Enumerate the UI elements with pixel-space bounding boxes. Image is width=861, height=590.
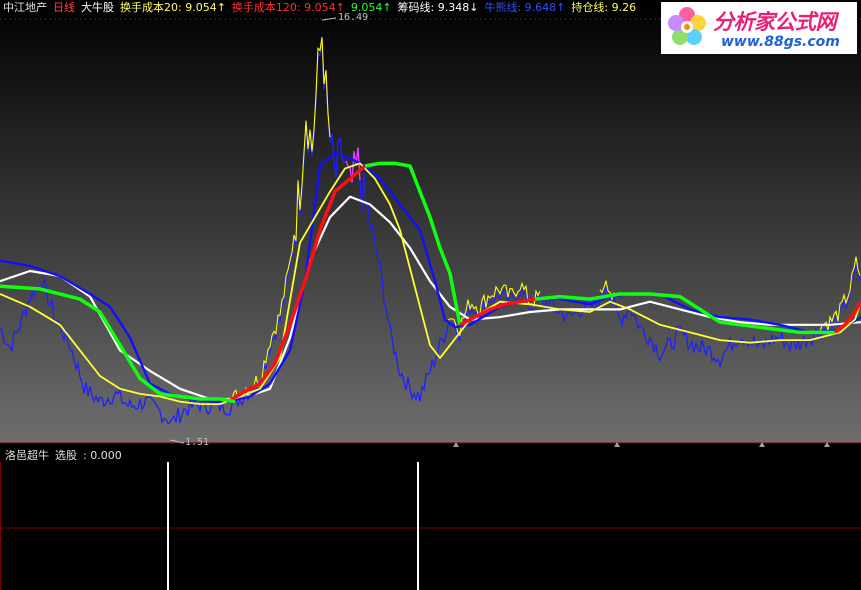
high-price-label: 16.49 xyxy=(338,12,369,23)
indicator-chart[interactable] xyxy=(0,0,861,590)
bottom-legend: 洛邑超牛 选股: 0.000 xyxy=(5,449,134,463)
sub-pane-background xyxy=(0,443,861,590)
legend-item[interactable]: 筹码线: 9.348↓ xyxy=(398,1,479,14)
site-logo: 分析家公式网 www.88gs.com xyxy=(661,2,857,54)
top-legend: 中江地产 日线 大牛股 换手成本20: 9.054↑ 换手成本120: 9.054↑ 9.… xyxy=(3,1,648,15)
logo-title: 分析家公式网 xyxy=(713,10,837,34)
legend-item[interactable]: 换手成本120: 9.054↑ xyxy=(232,1,345,14)
low-price-label: 1.51 xyxy=(185,437,210,448)
logo-url: www.88gs.com xyxy=(721,34,840,50)
stock-name[interactable]: 中江地产 xyxy=(3,1,47,14)
sub-indicator-name[interactable]: 洛邑超牛 xyxy=(5,449,49,462)
chart-window: 中江地产 日线 大牛股 换手成本20: 9.054↑ 换手成本120: 9.054↑ 9.… xyxy=(0,0,861,590)
flower-logo-icon xyxy=(668,7,706,45)
indicator-name[interactable]: 大牛股 xyxy=(81,1,114,14)
legend-item[interactable]: 牛熊线: 9.648↑ xyxy=(484,1,565,14)
legend-item[interactable]: 持仓线: 9.26 xyxy=(571,1,636,14)
sub-value-label: 选股: 0.000 xyxy=(55,449,122,462)
legend-item[interactable]: 换手成本20: 9.054↑ xyxy=(120,1,226,14)
period-label[interactable]: 日线 xyxy=(53,1,75,14)
